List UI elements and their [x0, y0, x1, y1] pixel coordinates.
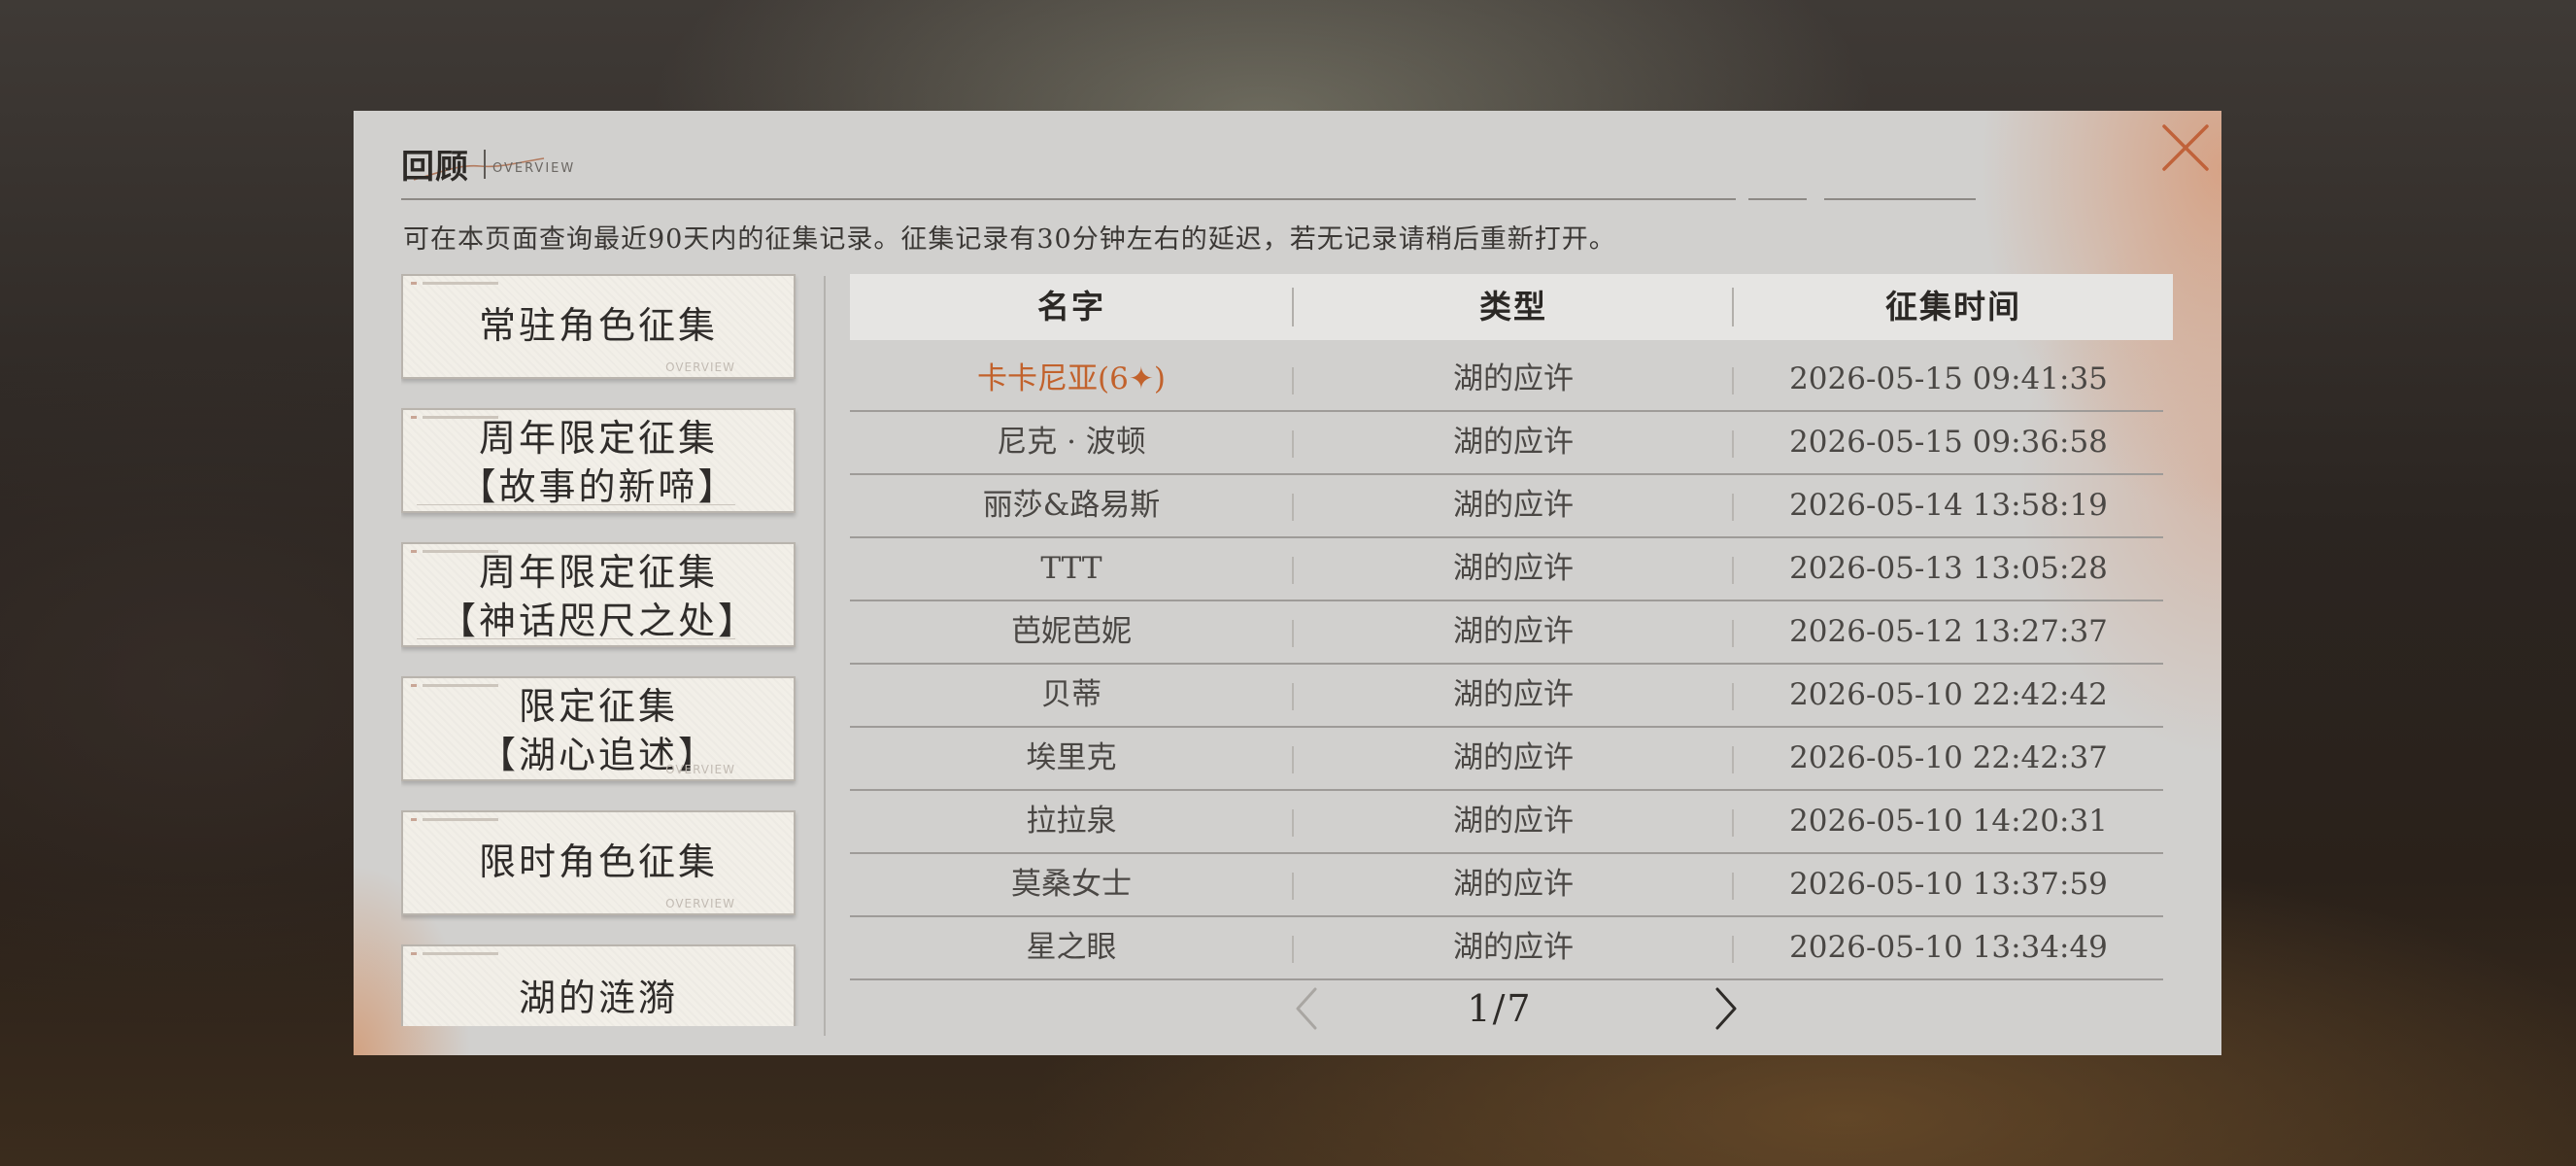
cell-name: 丽莎&路易斯 — [982, 488, 1161, 523]
banner-limited[interactable]: 限定征集 【湖心追述】 OVERVIEW — [401, 676, 796, 781]
header-rule — [401, 198, 1736, 200]
banner-tag — [411, 952, 498, 955]
cell-time: 2026-05-15 09:41:35 — [1789, 361, 2108, 396]
table-row: TTT 湖的应许 2026-05-13 13:05:28 — [850, 537, 2163, 601]
gacha-history-dialog: 回顾 OVERVIEW 可在本页面查询最近90天内的征集记录。征集记录有30分钟… — [354, 111, 2221, 1055]
side-divider — [824, 276, 826, 1036]
title-separator — [484, 150, 486, 179]
table-row: 尼克 · 波顿 湖的应许 2026-05-15 09:36:58 — [850, 411, 2163, 475]
cell-type: 湖的应许 — [1453, 930, 1574, 965]
column-header-name: 名字 — [1037, 288, 1105, 326]
cell-type: 湖的应许 — [1453, 614, 1574, 649]
banner-lake-ripple[interactable]: 湖的涟漪 — [401, 944, 796, 1026]
cell-type: 湖的应许 — [1453, 677, 1574, 712]
header-rule-end — [1824, 198, 1976, 200]
cell-time: 2026-05-13 13:05:28 — [1789, 551, 2108, 586]
cell-type: 湖的应许 — [1453, 551, 1574, 586]
table-header: 名字 类型 征集时间 — [850, 274, 2173, 340]
cell-time: 2026-05-10 22:42:37 — [1789, 740, 2108, 775]
table-row: 贝蒂 湖的应许 2026-05-10 22:42:42 — [850, 664, 2163, 728]
banner-label: 湖的涟漪 — [518, 977, 678, 1019]
cell-name: 芭妮芭妮 — [1011, 614, 1132, 649]
table-row: 芭妮芭妮 湖的应许 2026-05-12 13:27:37 — [850, 600, 2163, 665]
close-button[interactable] — [2158, 120, 2213, 175]
cell-time: 2026-05-10 22:42:42 — [1789, 677, 2108, 712]
cell-time: 2026-05-10 14:20:31 — [1789, 804, 2108, 839]
banner-label: 限时角色征集 — [478, 840, 718, 883]
banner-tag — [411, 818, 498, 821]
table-row: 卡卡尼亚(6✦) 湖的应许 2026-05-15 09:41:35 — [850, 348, 2163, 412]
cell-name: 星之眼 — [1026, 930, 1117, 965]
banner-anniversary-2[interactable]: 周年限定征集 【神话咫尺之处】 — [401, 542, 796, 647]
cell-time: 2026-05-14 13:58:19 — [1789, 488, 2108, 523]
close-icon — [2162, 124, 2209, 171]
dialog-title: 回顾 — [401, 148, 469, 187]
column-header-time: 征集时间 — [1885, 288, 2021, 326]
table-row: 拉拉泉 湖的应许 2026-05-10 14:20:31 — [850, 790, 2163, 854]
banner-tag — [411, 282, 498, 285]
table-row: 莫桑女士 湖的应许 2026-05-10 13:37:59 — [850, 853, 2163, 917]
banner-footer-rule — [417, 638, 735, 639]
banner-sublabel: 【故事的新啼】 — [458, 465, 738, 508]
table-row: 埃里克 湖的应许 2026-05-10 22:42:37 — [850, 727, 2163, 791]
table-row: 丽莎&路易斯 湖的应许 2026-05-14 13:58:19 — [850, 474, 2163, 538]
banner-sublabel: 【神话咫尺之处】 — [438, 600, 758, 642]
banner-anniversary-1[interactable]: 周年限定征集 【故事的新啼】 — [401, 408, 796, 513]
cell-name: 尼克 · 波顿 — [997, 425, 1146, 460]
cell-name: 拉拉泉 — [1026, 804, 1117, 839]
page-indicator: 1/7 — [1467, 987, 1533, 1030]
cell-name: 埃里克 — [1026, 740, 1117, 775]
cell-time: 2026-05-15 09:36:58 — [1789, 425, 2108, 460]
banner-timed-character[interactable]: 限时角色征集 OVERVIEW — [401, 810, 796, 915]
cell-type: 湖的应许 — [1453, 867, 1574, 902]
cell-type: 湖的应许 — [1453, 740, 1574, 775]
cell-time: 2026-05-12 13:27:37 — [1789, 614, 2108, 649]
banner-label: 限定征集 — [518, 685, 678, 728]
cell-name: 莫桑女士 — [1011, 867, 1132, 902]
banner-standard[interactable]: 常驻角色征集 OVERVIEW — [401, 274, 796, 379]
banner-footer: OVERVIEW — [665, 897, 735, 910]
cell-time: 2026-05-10 13:37:59 — [1789, 867, 2108, 902]
cell-type: 湖的应许 — [1453, 361, 1574, 396]
chevron-left-icon — [1296, 987, 1317, 1030]
banner-footer-rule — [417, 504, 735, 505]
cell-name: 贝蒂 — [1041, 677, 1102, 712]
banner-footer: OVERVIEW — [665, 763, 735, 776]
banner-label: 周年限定征集 — [478, 417, 718, 460]
prev-page-button[interactable] — [1288, 981, 1327, 1036]
column-header-type: 类型 — [1479, 288, 1547, 326]
banner-label: 周年限定征集 — [478, 551, 718, 594]
cell-type: 湖的应许 — [1453, 488, 1574, 523]
header-rule-short — [1748, 198, 1807, 200]
cell-name: TTT — [1040, 551, 1102, 586]
banner-footer: OVERVIEW — [665, 360, 735, 374]
cell-time: 2026-05-10 13:34:49 — [1789, 930, 2108, 965]
cell-name: 卡卡尼亚(6✦) — [977, 361, 1166, 396]
notice-text: 可在本页面查询最近90天内的征集记录。征集记录有30分钟左右的延迟，若无记录请稍… — [403, 224, 1616, 255]
cell-type: 湖的应许 — [1453, 804, 1574, 839]
next-page-button[interactable] — [1706, 981, 1745, 1036]
dialog-subtitle: OVERVIEW — [492, 161, 576, 176]
cell-type: 湖的应许 — [1453, 425, 1574, 460]
chevron-right-icon — [1715, 987, 1737, 1030]
banner-list[interactable]: 常驻角色征集 OVERVIEW 周年限定征集 【故事的新啼】 周年限定征集 【神… — [401, 274, 799, 1026]
banner-label: 常驻角色征集 — [478, 304, 718, 347]
table-row: 星之眼 湖的应许 2026-05-10 13:34:49 — [850, 916, 2163, 980]
